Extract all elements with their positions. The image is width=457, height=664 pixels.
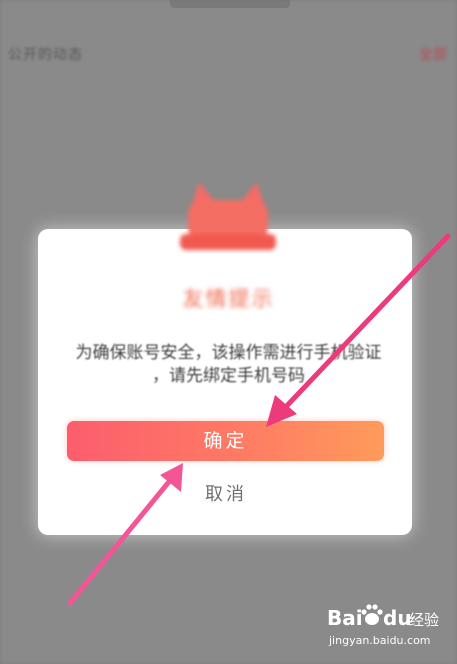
- jingyan-label: 经验: [409, 611, 440, 629]
- background-filter-link[interactable]: 全部: [419, 44, 447, 64]
- background-page-title: [170, 0, 290, 8]
- baidu-logo-text: Bai: [327, 606, 363, 630]
- watermark-domain: jingyan.baidu.com: [329, 634, 431, 647]
- dialog-title: 友情提示: [182, 287, 275, 311]
- background-section-label: 公开的动态: [8, 47, 83, 63]
- cancel-button[interactable]: 取消: [180, 480, 272, 510]
- dialog-message-line2: ，请先绑定手机号码: [152, 366, 305, 386]
- baidu-logo-du: du: [383, 606, 412, 630]
- mascot-icon: [180, 179, 276, 256]
- paw-icon: [361, 604, 383, 625]
- confirm-button[interactable]: 确定: [67, 421, 384, 461]
- baidu-jingyan-watermark: Bai du 经验 jingyan.baidu.com: [327, 604, 445, 656]
- dialog-message-line1: 为确保账号安全，该操作需进行手机验证: [75, 343, 382, 363]
